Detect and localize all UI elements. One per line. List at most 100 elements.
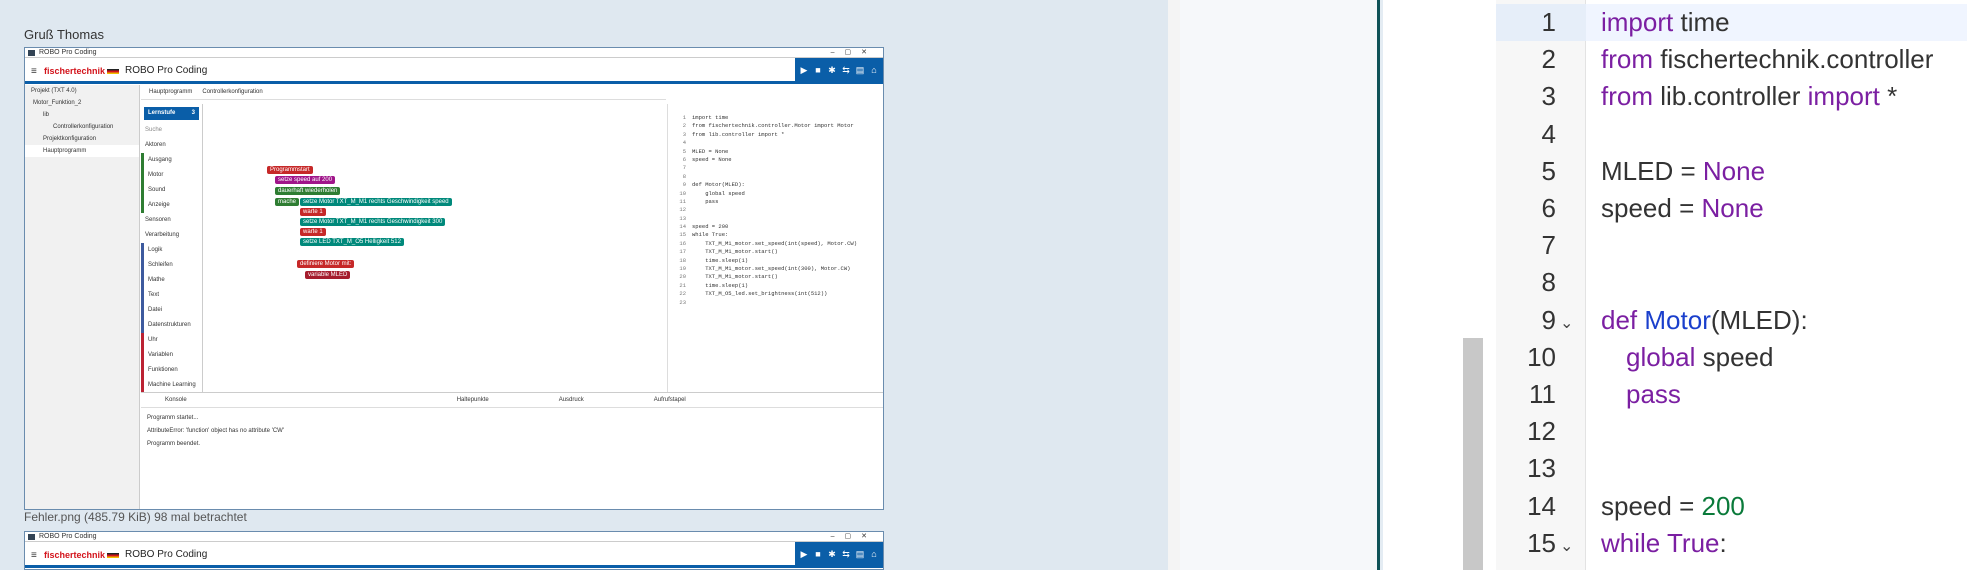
- tab-console[interactable]: Konsole: [165, 397, 187, 403]
- category-item[interactable]: Machine Learning: [141, 378, 202, 393]
- code-line: 20 TXT_M_M1_motor.start(): [679, 273, 778, 281]
- attachment-image-2[interactable]: ROBO Pro Coding –▢✕ ≡ fischertechnik ROB…: [24, 531, 884, 570]
- category-item[interactable]: Mathe: [141, 273, 202, 288]
- line-number: 10: [1527, 341, 1556, 372]
- category-item[interactable]: Sound: [141, 183, 202, 198]
- app-header: ≡ fischertechnik ROBO Pro Coding ▶ ■ ✱ ⇆…: [25, 58, 883, 84]
- code-text: speed = 200: [1601, 490, 1745, 521]
- attachment-caption: Fehler.png (485.79 KiB) 98 mal betrachte…: [24, 510, 247, 524]
- window-controls[interactable]: –▢✕: [831, 532, 877, 542]
- tree-item[interactable]: Motor_Funktion_2: [25, 97, 139, 109]
- save-icon[interactable]: ▤: [854, 64, 866, 76]
- connect-icon[interactable]: ⌂: [868, 64, 880, 76]
- category-item[interactable]: Motor: [141, 168, 202, 183]
- line-number: 13: [1527, 453, 1556, 484]
- block-set-speed[interactable]: setze speed auf 200: [275, 176, 336, 184]
- tab-main[interactable]: Hauptprogramm: [149, 89, 192, 95]
- block-loop[interactable]: dauerhaft wiederholen: [275, 187, 341, 195]
- app-header: ≡ fischertechnik ROBO Pro Coding ▶ ■ ✱ ⇆…: [25, 542, 883, 568]
- fold-chevron-icon[interactable]: ⌄: [1556, 309, 1586, 339]
- line-number: 4: [1541, 118, 1556, 149]
- block-variable[interactable]: variable MLED: [305, 271, 351, 279]
- editor-line: 10 global speed: [1496, 339, 1773, 376]
- block-wait-2[interactable]: warte 1: [300, 228, 326, 236]
- attachment-image[interactable]: ROBO Pro Coding –▢✕ ≡ fischertechnik ROB…: [24, 47, 884, 510]
- block-motor-2[interactable]: setze Motor TXT_M_M1 rechts Geschwindigk…: [300, 218, 446, 226]
- category-item[interactable]: Logik: [141, 243, 202, 258]
- code-text: def Motor(MLED):: [1601, 304, 1808, 335]
- tab-expression[interactable]: Ausdruck: [559, 397, 584, 403]
- window-titlebar: ROBO Pro Coding –▢✕: [25, 48, 883, 58]
- menu-icon[interactable]: ≡: [31, 66, 37, 77]
- tree-item[interactable]: Projektkonfiguration: [25, 133, 139, 145]
- code-line: 17 TXT_M_M1_motor.start(): [679, 248, 778, 256]
- category-item[interactable]: Schleifen: [141, 258, 202, 273]
- editor-line: 15 ⌄ while True:: [1496, 525, 1727, 562]
- connect-icon[interactable]: ⌂: [868, 548, 880, 560]
- editor-line: 8: [1496, 264, 1586, 301]
- stop-icon[interactable]: ■: [812, 548, 824, 560]
- category-item[interactable]: Funktionen: [141, 363, 202, 378]
- block-do[interactable]: mache: [275, 198, 300, 206]
- code-line: 3 from lib.controller import *: [682, 130, 785, 138]
- tab-callstack[interactable]: Aufrufstapel: [654, 397, 686, 403]
- tree-item[interactable]: Hauptprogramm: [25, 145, 139, 157]
- block-start[interactable]: Programmstart: [267, 166, 313, 174]
- category-item[interactable]: Anzeige: [141, 198, 202, 213]
- line-number: 15: [1527, 527, 1556, 558]
- code-line: 14 speed = 200: [679, 223, 729, 231]
- category-item[interactable]: Ausgang: [141, 153, 202, 168]
- scrollbar[interactable]: [1463, 338, 1483, 570]
- tab-breakpoints[interactable]: Haltepunkte: [457, 397, 489, 403]
- tree-item[interactable]: Controllerkonfiguration: [25, 121, 139, 133]
- code-text: pass: [1626, 379, 1681, 409]
- play-icon[interactable]: ▶: [798, 64, 810, 76]
- category-item[interactable]: Datei: [141, 303, 202, 318]
- settings-icon[interactable]: ⇆: [840, 64, 852, 76]
- toolbar: ▶ ■ ✱ ⇆ ▤ ⌂: [795, 58, 883, 81]
- code-text: speed = None: [1601, 193, 1764, 223]
- menu-icon[interactable]: ≡: [31, 550, 37, 561]
- code-line: 13: [679, 214, 686, 222]
- console-line: Programm startet...: [147, 415, 199, 421]
- editor-line: 11 pass: [1496, 376, 1681, 413]
- gear-icon[interactable]: ✱: [826, 548, 838, 560]
- project-label: Projekt (TXT 4.0): [31, 88, 77, 94]
- category-item[interactable]: Aktoren: [141, 138, 202, 153]
- stop-icon[interactable]: ■: [812, 64, 824, 76]
- category-item[interactable]: Text: [141, 288, 202, 303]
- settings-icon[interactable]: ⇆: [840, 548, 852, 560]
- line-number: 2: [1541, 44, 1556, 75]
- window-controls[interactable]: –▢✕: [831, 48, 877, 58]
- window-titlebar: ROBO Pro Coding –▢✕: [25, 532, 883, 542]
- window-title: ROBO Pro Coding: [39, 533, 97, 540]
- line-number: 8: [1541, 267, 1556, 298]
- category-item[interactable]: Sensoren: [141, 213, 202, 228]
- gear-icon[interactable]: ✱: [826, 64, 838, 76]
- editor-line: 9 ⌄ def Motor(MLED):: [1496, 302, 1808, 339]
- block-led[interactable]: setze LED TXT_M_O5 Helligkeit 512: [300, 238, 404, 246]
- category-item[interactable]: Variablen: [141, 348, 202, 363]
- code-text: while True:: [1601, 527, 1727, 558]
- code-text: import time: [1601, 7, 1730, 37]
- tab-controller[interactable]: Controllerkonfiguration: [202, 89, 262, 95]
- block-wait-1[interactable]: warte 1: [300, 208, 326, 216]
- play-icon[interactable]: ▶: [798, 548, 810, 560]
- line-number: 6: [1541, 193, 1556, 223]
- save-icon[interactable]: ▤: [854, 548, 866, 560]
- line-number: 7: [1541, 230, 1556, 261]
- category-item[interactable]: Uhr: [141, 333, 202, 348]
- console-line: AttributeError: 'function' object has no…: [147, 428, 284, 434]
- code-text: global speed: [1626, 341, 1774, 372]
- code-line: 15 while True:: [679, 231, 729, 239]
- block-define[interactable]: definiere Motor mit:: [297, 260, 355, 268]
- category-search[interactable]: Suche: [141, 123, 202, 138]
- panel-divider: [1168, 0, 1180, 570]
- line-number: 14: [1527, 490, 1556, 521]
- category-item[interactable]: Verarbeitung: [141, 228, 202, 243]
- category-item[interactable]: Datenstrukturen: [141, 318, 202, 333]
- middle-panel: [1180, 0, 1380, 570]
- fold-chevron-icon[interactable]: ⌄: [1556, 532, 1586, 562]
- block-motor-1[interactable]: setze Motor TXT_M_M1 rechts Geschwindigk…: [300, 198, 452, 206]
- tree-item[interactable]: lib: [25, 109, 139, 121]
